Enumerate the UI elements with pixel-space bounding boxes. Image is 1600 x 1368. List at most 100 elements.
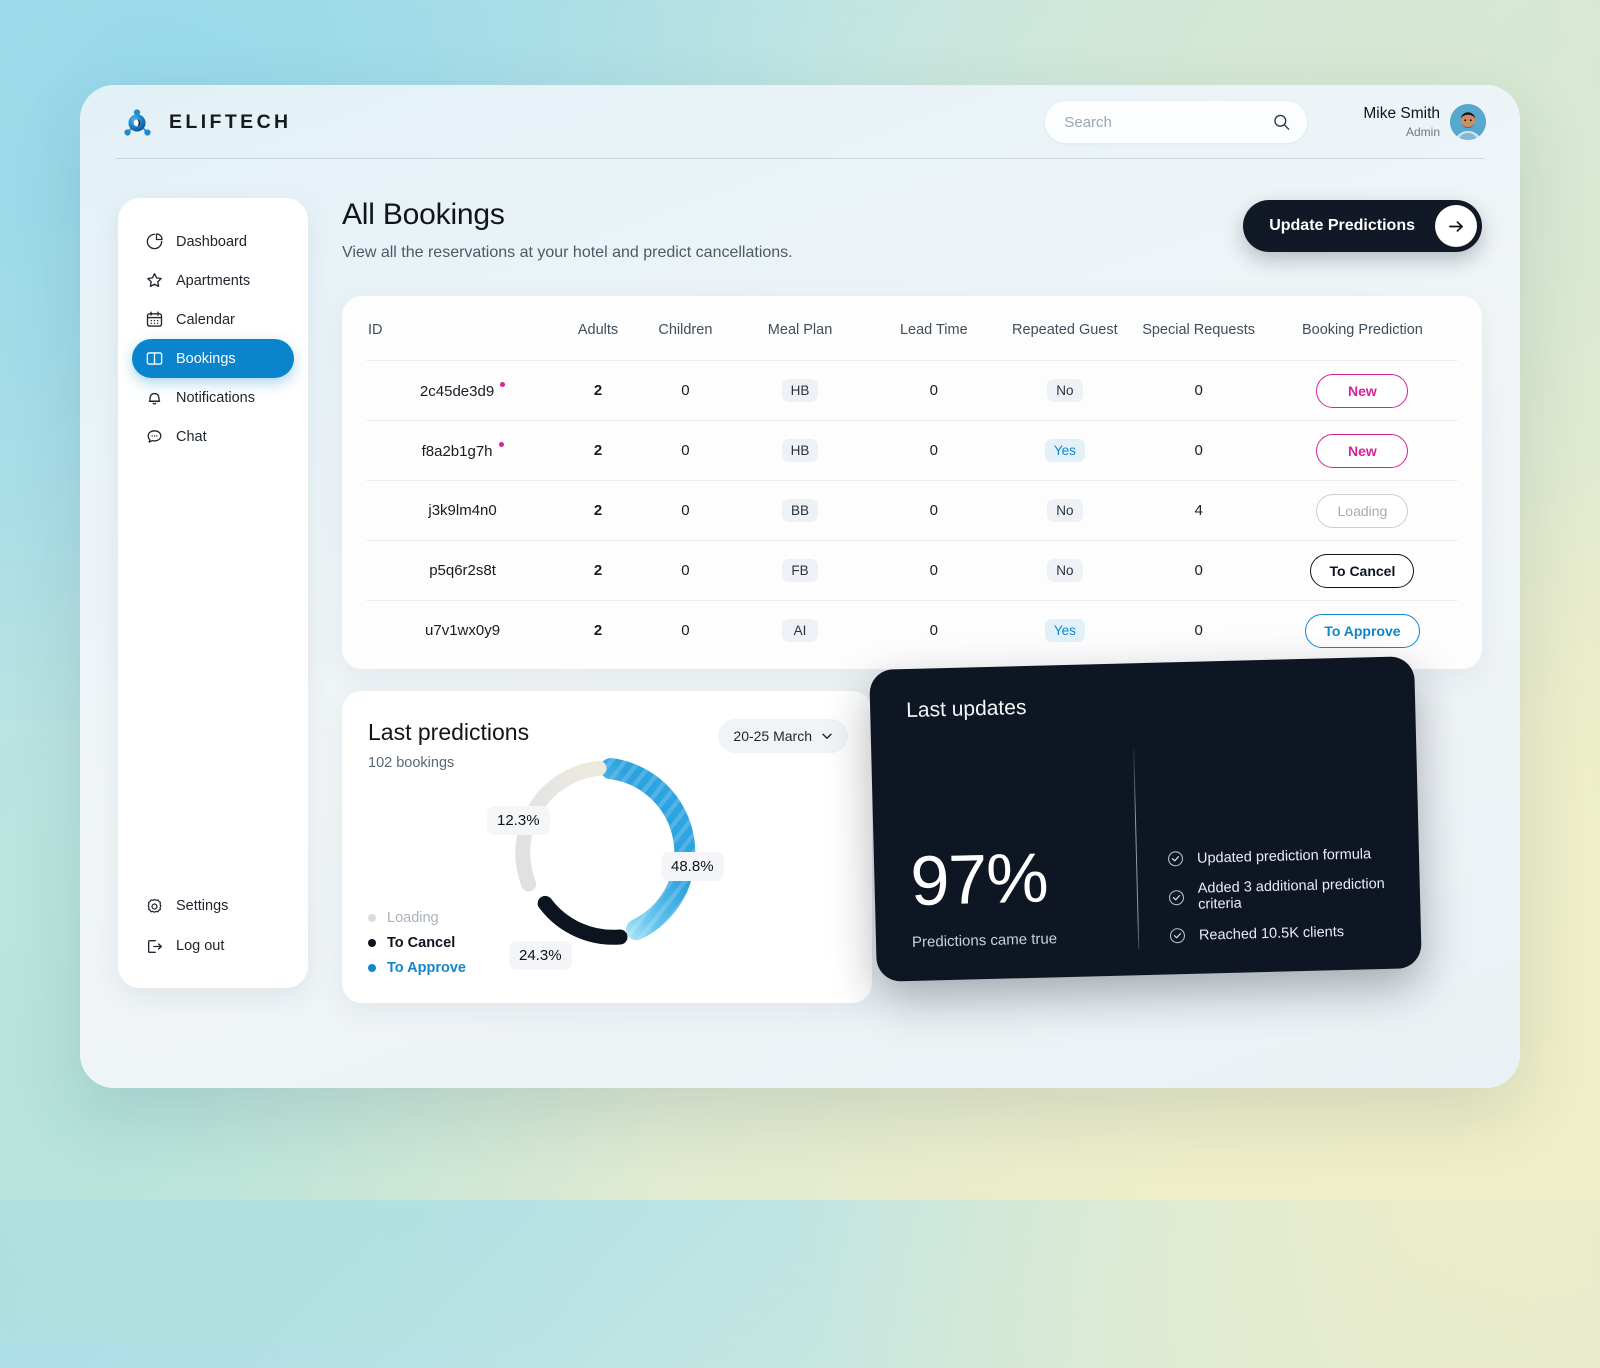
donut-label-to-approve: 48.8% (661, 851, 724, 881)
sidebar-nav-list: Dashboard Apartments Calendar Bookings N… (132, 222, 294, 456)
meal-plan-badge: FB (782, 559, 819, 582)
cell-id: f8a2b1g7h (366, 420, 558, 481)
sidebar-item-logout[interactable]: Log out (132, 926, 294, 966)
table-row[interactable]: u7v1wx0y9 2 0 AI 0 Yes 0 To Approve (366, 600, 1458, 661)
sidebar-bottom-list: Settings Log out (132, 886, 294, 966)
cell-children: 0 (638, 480, 732, 541)
legend-dot-icon (368, 964, 376, 972)
prediction-button-to-approve[interactable]: To Approve (1305, 613, 1420, 648)
sidebar-item-bookings[interactable]: Bookings (132, 339, 294, 378)
search-input[interactable] (1045, 101, 1308, 143)
sidebar-item-label: Notifications (176, 389, 255, 406)
table-row[interactable]: 2c45de3d9 2 0 HB 0 No 0 New (366, 360, 1458, 421)
calendar-icon (146, 311, 163, 327)
sidebar-item-label: Log out (176, 938, 225, 954)
sidebar-item-label: Bookings (176, 350, 236, 367)
repeated-guest-badge: No (1046, 559, 1083, 582)
logout-icon (147, 939, 162, 953)
column-header-lead-time: Lead Time (899, 322, 968, 338)
vertical-divider (1133, 746, 1140, 949)
column-header-id: ID (368, 322, 383, 338)
cell-repeated-guest: No (999, 480, 1131, 541)
cell-id: u7v1wx0y9 (366, 600, 558, 661)
cell-special-requests: 0 (1130, 540, 1267, 601)
date-range-selector[interactable]: 20-25 March (718, 718, 848, 753)
predictions-accuracy-caption: Predictions came true (911, 929, 1058, 951)
sidebar-item-dashboard[interactable]: Dashboard (132, 222, 294, 261)
meal-plan-badge: HB (781, 439, 819, 462)
update-predictions-button[interactable]: Update Predictions (1243, 200, 1482, 252)
meal-plan-badge: HB (781, 379, 819, 402)
cell-meal-plan: AI (731, 600, 869, 661)
arrow-right-icon (1435, 205, 1477, 247)
user-role: Admin (1405, 125, 1440, 140)
cell-special-requests: 0 (1130, 420, 1267, 481)
repeated-guest-badge: No (1046, 379, 1083, 402)
column-header-booking-prediction: Booking Prediction (1301, 322, 1423, 338)
book-icon (146, 352, 163, 365)
table-row[interactable]: p5q6r2s8t 2 0 FB 0 No 0 To Cancel (366, 540, 1458, 601)
prediction-button-new[interactable]: New (1316, 433, 1409, 468)
main-content: All Bookings View all the reservations a… (342, 198, 1482, 1058)
check-circle-icon (1168, 889, 1184, 905)
repeated-guest-badge: Yes (1044, 619, 1085, 643)
cell-id: j3k9lm4n0 (366, 480, 558, 541)
last-updates-list: Updated prediction formula Added 3 addit… (1164, 740, 1393, 948)
cell-adults: 2 (557, 360, 639, 421)
sidebar-item-apartments[interactable]: Apartments (132, 261, 294, 300)
booking-id: f8a2b1g7h (421, 442, 493, 460)
legend-item-to-approve[interactable]: To Approve (368, 956, 466, 981)
topbar-right: Mike Smith Admin (1045, 101, 1486, 143)
topbar: ELIFTECH Mike Smith Admin (80, 85, 1520, 159)
cell-meal-plan: HB (731, 420, 869, 481)
table-header-row: ID Adults Children Meal Plan Lead Time R… (366, 322, 1458, 361)
cell-booking-prediction: To Approve (1266, 600, 1458, 661)
search-box[interactable] (1045, 101, 1308, 143)
cell-special-requests: 0 (1130, 600, 1267, 661)
cell-special-requests: 4 (1130, 480, 1267, 541)
user-profile[interactable]: Mike Smith Admin (1363, 104, 1486, 140)
prediction-button-loading[interactable]: Loading (1316, 493, 1409, 528)
cell-children: 0 (638, 540, 732, 601)
table-row[interactable]: f8a2b1g7h 2 0 HB 0 Yes 0 New (366, 420, 1458, 481)
table-row[interactable]: j3k9lm4n0 2 0 BB 0 No 4 Loading (366, 480, 1458, 541)
page-header-text: All Bookings View all the reservations a… (342, 198, 793, 262)
bookings-table-card: ID Adults Children Meal Plan Lead Time R… (342, 296, 1482, 669)
cell-meal-plan: FB (731, 540, 869, 601)
sidebar-item-label: Apartments (176, 272, 251, 289)
update-list-item: Updated prediction formula (1167, 844, 1391, 867)
sidebar-item-label: Chat (176, 428, 207, 445)
eliftech-atom-logo-icon (124, 109, 151, 136)
search-icon[interactable] (1272, 113, 1291, 132)
column-header-adults: Adults (577, 322, 619, 338)
sidebar-item-settings[interactable]: Settings (132, 886, 294, 926)
chevron-down-icon (822, 732, 832, 739)
prediction-button-new[interactable]: New (1316, 373, 1409, 408)
update-list-item: Added 3 additional prediction criteria (1168, 875, 1393, 913)
cell-repeated-guest: Yes (999, 420, 1131, 481)
column-header-children: Children (658, 322, 713, 338)
cell-children: 0 (638, 420, 732, 481)
update-predictions-label: Update Predictions (1269, 217, 1415, 234)
sidebar-item-calendar[interactable]: Calendar (132, 300, 294, 339)
star-icon (147, 273, 162, 288)
check-circle-icon (1169, 927, 1185, 943)
legend-item-loading[interactable]: Loading (368, 906, 466, 931)
cell-special-requests: 0 (1130, 360, 1267, 421)
repeated-guest-badge: Yes (1044, 439, 1085, 462)
bell-icon (148, 392, 161, 405)
avatar[interactable] (1450, 104, 1486, 140)
cell-repeated-guest: Yes (999, 600, 1131, 661)
cell-lead-time: 0 (868, 360, 1000, 421)
last-updates-stat: 97% Predictions came true (907, 747, 1130, 954)
predictions-donut-chart: 12.3% 48.8% 24.3% (487, 743, 724, 970)
brand[interactable]: ELIFTECH (118, 103, 292, 141)
cell-booking-prediction: To Cancel (1266, 540, 1458, 601)
legend-item-to-cancel[interactable]: To Cancel (368, 931, 466, 956)
prediction-button-to-cancel[interactable]: To Cancel (1310, 553, 1415, 588)
sidebar-item-notifications[interactable]: Notifications (132, 378, 294, 417)
update-list-item: Reached 10.5K clients (1169, 921, 1393, 944)
cell-id: p5q6r2s8t (366, 540, 558, 601)
sidebar-item-chat[interactable]: Chat (132, 417, 294, 456)
legend-label: To Approve (387, 960, 466, 976)
